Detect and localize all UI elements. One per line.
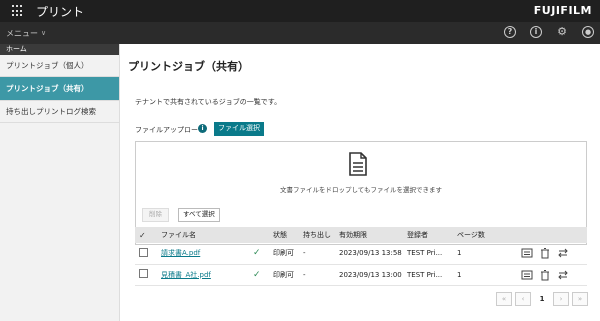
page-title: プリントジョブ（共有）: [128, 60, 249, 73]
table-row: 見積書_A社.pdf ✓ 印刷可 - 2023/09/13 13:00 TEST…: [135, 264, 587, 286]
pagination: « ‹ 1 › »: [496, 292, 588, 306]
settings-icon[interactable]: ⚙: [556, 26, 568, 38]
dropzone-text: 文書ファイルをドロップしてもファイルを選択できます: [280, 186, 442, 194]
row-checkbox[interactable]: [139, 247, 148, 257]
transfer-icon[interactable]: [557, 269, 569, 281]
expiry-cell: 2023/09/13 13:00: [335, 264, 403, 286]
menu-bar: メニュー ∨ ? i ⚙ ●: [0, 22, 600, 44]
status-cell: 印刷可: [269, 264, 299, 286]
sidebar-item-shared-jobs[interactable]: プリントジョブ（共有）: [0, 77, 119, 101]
app-title: プリント: [36, 4, 85, 19]
document-icon: [349, 152, 367, 176]
help-icon[interactable]: ?: [504, 26, 516, 38]
sidebar-item-personal-jobs[interactable]: プリントジョブ（個人）: [0, 55, 119, 77]
brand-logo: FUJIFILM: [533, 4, 592, 17]
app-header: プリント FUJIFILM: [0, 0, 600, 22]
row-checkbox[interactable]: [139, 269, 148, 278]
header-filename[interactable]: ファイル名: [157, 227, 249, 243]
details-icon[interactable]: [521, 269, 533, 281]
sidebar-item-takeout-log[interactable]: 持ち出しプリントログ検索: [0, 101, 119, 123]
pages-cell: 1: [453, 243, 517, 265]
next-page-button[interactable]: ›: [553, 292, 569, 306]
header-registrant[interactable]: 登録者: [403, 227, 453, 243]
header-spacer: [249, 227, 269, 243]
info-icon[interactable]: i: [530, 26, 542, 38]
file-select-button[interactable]: ファイル選択: [214, 122, 264, 136]
row-actions: [521, 247, 587, 259]
user-icon[interactable]: ●: [582, 26, 594, 38]
delete-button[interactable]: 削除: [142, 208, 169, 222]
first-page-button[interactable]: «: [496, 292, 512, 306]
transfer-icon[interactable]: [557, 247, 569, 259]
header-checkbox[interactable]: ✓: [135, 227, 157, 243]
pages-cell: 1: [453, 264, 517, 286]
current-page: 1: [539, 295, 545, 303]
select-all-button[interactable]: すべて選択: [178, 208, 220, 222]
trash-icon[interactable]: [539, 269, 551, 281]
registrant-cell: TEST Pri...: [403, 243, 453, 265]
jobs-table: ✓ ファイル名 状態 持ち出し 有効期限 登録者 ページ数 請求書A.pdf ✓…: [135, 227, 587, 286]
table-row: 請求書A.pdf ✓ 印刷可 - 2023/09/13 13:58 TEST P…: [135, 243, 587, 265]
header-status[interactable]: 状態: [269, 227, 299, 243]
sidebar: ホーム プリントジョブ（個人） プリントジョブ（共有） 持ち出しプリントログ検索: [0, 44, 120, 321]
status-cell: 印刷可: [269, 243, 299, 265]
upload-label: ファイルアップロード: [135, 126, 205, 134]
status-check-icon: ✓: [253, 269, 261, 280]
app-grid-icon[interactable]: [12, 5, 24, 17]
row-actions: [521, 269, 587, 281]
prev-page-button[interactable]: ‹: [515, 292, 531, 306]
page-description: テナントで共有されているジョブの一覧です。: [135, 98, 282, 106]
header-actions: [517, 227, 587, 243]
registrant-cell: TEST Pri...: [403, 264, 453, 286]
details-icon[interactable]: [521, 247, 533, 259]
takeout-cell: -: [299, 264, 335, 286]
check-icon: ✓: [139, 230, 146, 240]
trash-icon[interactable]: [539, 247, 551, 259]
header-icons: ? i ⚙ ●: [504, 26, 594, 38]
status-check-icon: ✓: [253, 248, 261, 259]
upload-info-icon[interactable]: i: [198, 124, 207, 133]
sidebar-section-home: ホーム: [0, 44, 119, 55]
menu-toggle[interactable]: メニュー ∨: [6, 28, 46, 39]
header-takeout[interactable]: 持ち出し: [299, 227, 335, 243]
expiry-cell: 2023/09/13 13:58: [335, 243, 403, 265]
main-content: プリントジョブ（共有） テナントで共有されているジョブの一覧です。 ファイルアッ…: [120, 44, 600, 321]
chevron-down-icon: ∨: [41, 29, 47, 37]
takeout-cell: -: [299, 243, 335, 265]
header-expiry[interactable]: 有効期限: [335, 227, 403, 243]
table-header-row: ✓ ファイル名 状態 持ち出し 有効期限 登録者 ページ数: [135, 227, 587, 243]
menu-label: メニュー: [6, 28, 38, 38]
header-pages[interactable]: ページ数: [453, 227, 517, 243]
file-link[interactable]: 請求書A.pdf: [161, 249, 200, 257]
last-page-button[interactable]: »: [572, 292, 588, 306]
file-link[interactable]: 見積書_A社.pdf: [161, 271, 211, 279]
